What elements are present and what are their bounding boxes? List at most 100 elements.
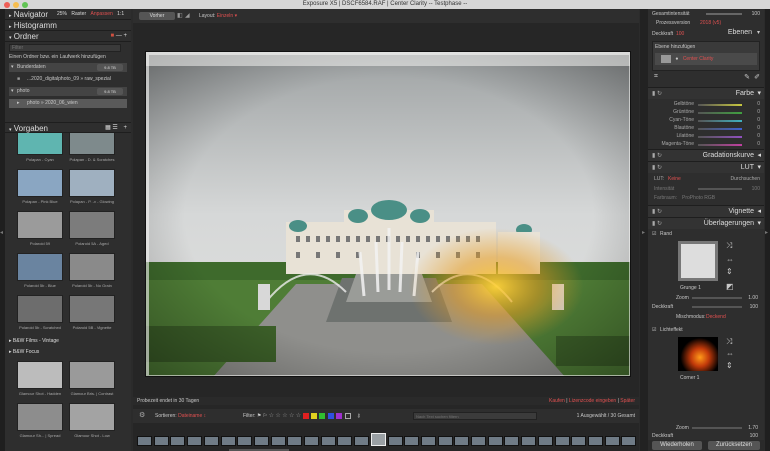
filmstrip-thumbnail[interactable] (587, 436, 603, 446)
minimize-window-button[interactable] (13, 2, 19, 8)
folder-item[interactable]: ▾ Bunderdaten 9.8 TB (9, 63, 127, 72)
filmstrip-thumbnail[interactable] (621, 436, 637, 446)
blend-dropdown[interactable]: Deckend (706, 314, 726, 320)
right-collapse-edge[interactable]: ▸ (765, 9, 770, 451)
folder-filter-input[interactable] (9, 44, 121, 52)
zoom-slider[interactable] (692, 297, 742, 299)
color-label-none[interactable] (344, 412, 351, 419)
navigator-header[interactable]: ▸ Navigator 25% Raster Anpassen 1:1 (5, 9, 131, 20)
preset-thumbnail[interactable] (17, 295, 63, 323)
filmstrip-thumbnail[interactable] (521, 436, 537, 446)
filmstrip-thumbnail[interactable] (454, 436, 470, 446)
filmstrip-thumbnail[interactable] (387, 436, 403, 446)
close-window-button[interactable] (4, 2, 10, 8)
opacity-dropdown[interactable]: 100 (676, 31, 684, 37)
zoom-percent[interactable]: 25% (57, 11, 67, 17)
color-label-yellow[interactable] (310, 412, 317, 419)
color-slider[interactable] (698, 120, 742, 122)
list-view-icon[interactable]: ☰ (112, 125, 117, 131)
border-name[interactable]: Grunge 1 (680, 285, 701, 291)
shuffle-icon[interactable]: ⤨ (726, 241, 732, 251)
sort-order-icon[interactable]: ↕ (204, 413, 207, 419)
browse-button[interactable]: Durchsuchen (731, 176, 760, 182)
key-icon[interactable]: ⚷ (357, 413, 361, 419)
light-zoom-slider[interactable] (692, 427, 742, 429)
preset-thumbnail[interactable] (69, 253, 115, 281)
color-slider[interactable] (698, 128, 742, 130)
folder-item[interactable]: ▾ photo 9.8 TB (9, 87, 127, 96)
sort-dropdown[interactable]: Dateiname (178, 413, 202, 419)
flip-horizontal-icon[interactable]: ⇔ (726, 255, 734, 264)
presets-header[interactable]: ▾ Vorgaben ▦ ☰ + (5, 122, 131, 133)
gear-icon[interactable]: ⚙ (139, 409, 145, 423)
flag-icon[interactable]: ⚑ (257, 413, 261, 419)
panel-toggle-icon[interactable]: ▮ ↻ (652, 88, 662, 100)
lut-header[interactable]: ▮ ↻ LUT ▾ (648, 161, 764, 173)
color-label-blue[interactable] (327, 412, 334, 419)
star-5-icon[interactable]: ☆ (296, 413, 301, 419)
intensity-slider[interactable] (698, 188, 742, 190)
star-3-icon[interactable]: ☆ (282, 413, 287, 419)
before-button[interactable]: Vorher (139, 12, 175, 20)
filmstrip-thumbnail[interactable] (471, 436, 486, 446)
filmstrip-thumbnail[interactable] (370, 433, 386, 446)
filmstrip-thumbnail[interactable] (220, 436, 236, 446)
filmstrip-thumbnail[interactable] (337, 436, 353, 446)
filmstrip-thumbnail[interactable] (537, 436, 553, 446)
flip-vertical-icon[interactable]: ⇕ (726, 361, 733, 370)
filmstrip-thumbnail[interactable] (437, 436, 453, 446)
filmstrip-thumbnail[interactable] (170, 436, 186, 446)
color-slider[interactable] (698, 112, 742, 114)
flip-vertical-icon[interactable]: ⇕ (726, 267, 733, 276)
fill-option[interactable]: Anpassen (91, 11, 113, 17)
color-label-red[interactable] (302, 412, 309, 419)
color-slider[interactable] (698, 144, 742, 146)
preset-group-header[interactable]: ▸ B&W Focus (9, 349, 39, 355)
filmstrip-thumbnail[interactable] (237, 436, 253, 446)
flag-reject-icon[interactable]: ⚐ (263, 413, 267, 419)
color-label-green[interactable] (319, 412, 326, 419)
light-preview[interactable] (678, 337, 718, 371)
filmstrip-thumbnail[interactable] (253, 436, 269, 446)
filmstrip-thumbnail[interactable] (554, 436, 570, 446)
folders-header[interactable]: ▾ Ordner ■ — + (5, 31, 131, 42)
buy-link[interactable]: Kaufen (549, 398, 565, 404)
color-label-purple[interactable] (336, 412, 343, 419)
gradation-header[interactable]: ▮ ↻ Gradationskurve ◂ (648, 149, 764, 161)
color-space-dropdown[interactable]: ProPhoto RGB (682, 195, 715, 201)
process-version-dropdown[interactable]: 2018 (v5) (700, 20, 721, 26)
filmstrip-thumbnail[interactable] (504, 436, 520, 446)
add-layer-button[interactable]: Ebene hinzufügen (653, 42, 759, 52)
overlays-header[interactable]: ▮ ↻ Überlagerungen ▾ (648, 217, 764, 229)
preset-thumbnail[interactable] (17, 169, 63, 197)
preset-thumbnail[interactable] (17, 211, 63, 239)
preset-thumbnail[interactable] (69, 403, 115, 431)
folder-item-selected[interactable]: ▸ photo » 2020_06_wien (9, 99, 127, 108)
vignette-header[interactable]: ▮ ↻ Vignette ◂ (648, 205, 764, 217)
layer-row[interactable]: ● Center Clarity (655, 53, 757, 65)
layer-visibility-icon[interactable]: ● (675, 56, 678, 62)
color-slider[interactable] (698, 136, 742, 138)
layout-dropdown[interactable]: Einzeln (217, 13, 233, 19)
filmstrip-thumbnail[interactable] (420, 436, 436, 446)
preset-thumbnail[interactable] (69, 169, 115, 197)
filmstrip-thumbnail[interactable] (354, 436, 370, 446)
right-panel-divider[interactable]: ▸ (640, 9, 648, 451)
folder-item[interactable]: ■ ...2020_digitalphoto_09 » raw_spezial (9, 75, 127, 84)
license-link[interactable]: Lizenzcode eingeben (569, 398, 616, 404)
invert-icon[interactable]: ◩ (726, 282, 734, 291)
filmstrip-thumbnail[interactable] (404, 436, 420, 446)
color-panel-header[interactable]: ▮ ↻ Farbe ▾ (648, 87, 764, 99)
filmstrip-thumbnail[interactable] (287, 436, 303, 446)
folder-add-icon[interactable]: ■ (111, 33, 115, 39)
preset-thumbnail[interactable] (69, 295, 115, 323)
filmstrip-thumbnail[interactable] (487, 436, 503, 446)
photo-viewer[interactable] (145, 51, 631, 377)
plus-icon[interactable]: + (123, 33, 127, 39)
pen-icon[interactable]: ✐ (754, 73, 760, 81)
light-checkbox[interactable]: ☑ (652, 327, 656, 333)
minus-icon[interactable]: — (116, 33, 122, 39)
filmstrip-thumbnail[interactable] (304, 436, 319, 446)
filmstrip-thumbnail[interactable] (137, 436, 152, 446)
search-input[interactable] (413, 412, 537, 420)
